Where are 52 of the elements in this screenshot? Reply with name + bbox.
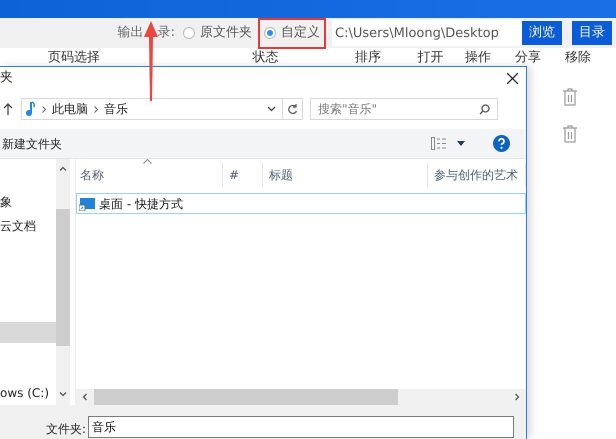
output-label: 输出: [118, 24, 144, 42]
address-bar[interactable]: 此电脑 音乐: [21, 98, 303, 120]
column-header: 移除: [565, 49, 591, 68]
scroll-up-icon[interactable]: [59, 166, 67, 171]
column-header[interactable]: 参与创作的艺术: [434, 166, 518, 184]
column-header: 页码选择: [48, 49, 100, 68]
column-header[interactable]: 名称: [80, 166, 104, 184]
file-row[interactable]: 桌面 - 快捷方式: [76, 193, 526, 214]
music-note-icon: [26, 101, 36, 117]
nav-item[interactable]: ows (C:): [0, 383, 56, 403]
help-icon[interactable]: [493, 135, 510, 152]
radio-option[interactable]: 原文件夹: [183, 23, 252, 43]
search-icon: [479, 104, 490, 114]
dialog-title: 夹: [0, 69, 13, 88]
refresh-icon[interactable]: [287, 104, 298, 114]
trash-icon[interactable]: [562, 88, 578, 106]
new-folder-button[interactable]: 新建文件夹: [0, 134, 64, 152]
chevron-icon: [94, 106, 98, 112]
shortcut-icon: [79, 196, 95, 210]
up-arrow-icon[interactable]: [3, 103, 13, 115]
scroll-down-icon[interactable]: [59, 392, 67, 397]
folder-label: 文件夹:: [46, 421, 86, 438]
breadcrumb-item[interactable]: 此电脑: [52, 100, 88, 118]
column-header[interactable]: 标题: [269, 166, 293, 184]
breadcrumb-item[interactable]: 音乐: [104, 100, 128, 118]
column-header[interactable]: #: [229, 166, 240, 184]
scroll-right-icon[interactable]: [515, 393, 520, 401]
nav-item[interactable]: 象: [0, 192, 56, 212]
trash-icon[interactable]: [562, 125, 578, 143]
nav-item[interactable]: 云文档: [0, 216, 56, 236]
output-label: 录:: [158, 24, 175, 42]
file-name: 桌面 - 快捷方式: [99, 196, 183, 212]
chevron-icon: [42, 106, 46, 112]
path-field[interactable]: C:\Users\Mloong\Desktop: [332, 20, 522, 46]
column-header: 打开: [418, 49, 444, 68]
column-header: 排序: [355, 49, 381, 68]
caret-icon[interactable]: [457, 141, 465, 146]
dropdown-caret-icon[interactable]: [267, 106, 276, 112]
folder-field[interactable]: 音乐: [88, 416, 514, 438]
toolbar-button[interactable]: 浏览: [522, 21, 562, 45]
toolbar-button[interactable]: 目录: [572, 21, 612, 45]
column-header: 状态: [252, 49, 278, 68]
selected-row-highlight: [0, 322, 56, 343]
scroll-left-icon[interactable]: [82, 393, 87, 401]
radio-option[interactable]: 自定义: [264, 23, 320, 43]
horizontal-scrollbar[interactable]: [76, 389, 526, 405]
vertical-scrollbar[interactable]: [56, 159, 70, 405]
search-field[interactable]: 搜索"音乐": [310, 98, 498, 120]
close-icon[interactable]: [507, 72, 518, 84]
view-options-icon[interactable]: [431, 137, 447, 150]
column-header: 分享: [515, 49, 541, 68]
column-header: 操作: [465, 49, 491, 68]
